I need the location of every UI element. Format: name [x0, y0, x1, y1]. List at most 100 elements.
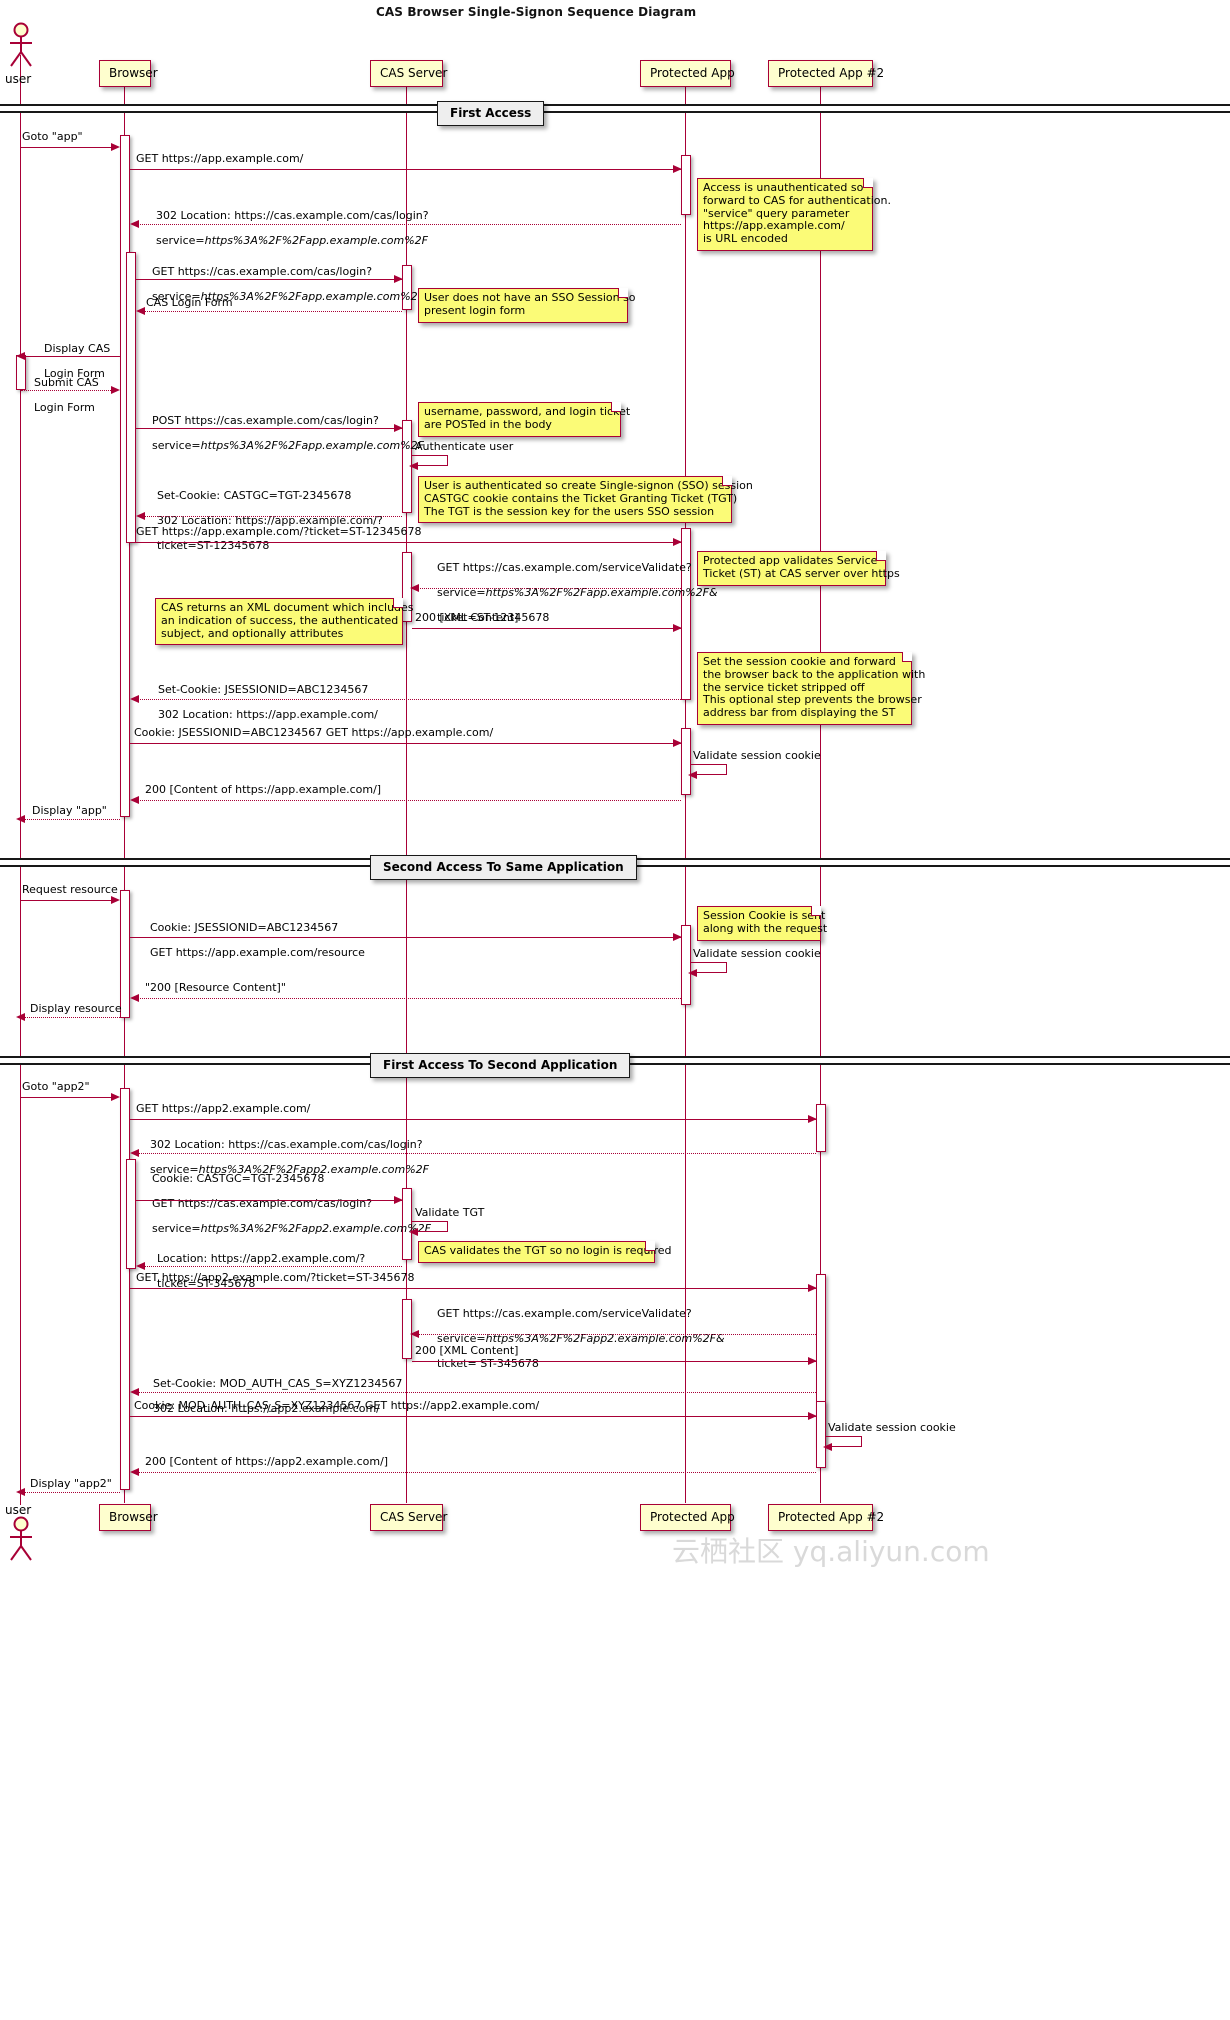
msg-line1: 302 Location: https://cas.example.com/ca… [156, 208, 429, 222]
msg-arrow-display-app2 [16, 1488, 25, 1496]
msg-arrow-cas-login-form [136, 307, 145, 315]
msg-label-set-cookie-mod-auth-cas: Set-Cookie: MOD_AUTH_CAS_S=XYZ1234567 30… [139, 1365, 402, 1428]
note-credentials-posted: username, password, and login ticket are… [418, 402, 630, 437]
actor-user-top [4, 22, 38, 68]
msg-line-display-app [22, 819, 120, 820]
msg-arrow-get-app-ticket [673, 538, 682, 546]
msg-line-get-resource [130, 937, 681, 938]
msg-line-cas-login-form [138, 311, 402, 312]
msg-line1: 302 Location: https://cas.example.com/ca… [150, 1137, 423, 1151]
divider-line-first-access [0, 104, 1230, 113]
msg-line-cookie-mod-auth-cas-get [130, 1416, 816, 1417]
participant-browser-bottom[interactable]: Browser [99, 1504, 158, 1531]
participant-protected-app-2-top[interactable]: Protected App #2 [768, 60, 884, 87]
msg-arrow-goto-app [111, 143, 120, 151]
activation-protected-app-3 [681, 728, 691, 795]
msg-line-get-cas-login [136, 279, 402, 280]
msg-line-get-app2-ticket [130, 1288, 816, 1289]
msg-arrow-cookie-mod-auth-cas-get [808, 1412, 817, 1420]
msg-line-cookie-jsessionid-get [130, 743, 681, 744]
msg-line-200-content-app2 [132, 1472, 816, 1473]
msg-line2: 302 Location: https://app.example.com/ [158, 707, 378, 721]
msg-line-service-validate-app2 [414, 1334, 816, 1335]
msg-label-authenticate-user: Authenticate user [415, 440, 514, 453]
divider-second-access: Second Access To Same Application [370, 855, 637, 880]
msg-arrow-200-resource-content [130, 994, 139, 1002]
msg-line-set-cookie-castgc [138, 516, 402, 517]
note-sso-session-created: User is authenticated so create Single-s… [418, 476, 753, 524]
divider-first-access-second-app: First Access To Second Application [370, 1053, 631, 1078]
msg-arrow-200-content-app [130, 796, 139, 804]
lifeline-user [20, 55, 21, 1505]
msg-line2: GET https://app.example.com/resource [150, 945, 365, 959]
msg-label-cookie-castgc-cas-login: Cookie: CASTGC=TGT-2345678 GET https://c… [138, 1160, 431, 1248]
msg-line1: POST https://cas.example.com/cas/login? [152, 413, 379, 427]
msg-line3-em: https%3A%2F%2Fapp2.example.com%2F [200, 1221, 431, 1235]
msg-arrow-200-xml-1 [673, 624, 682, 632]
msg-line1: Set-Cookie: JSESSIONID=ABC1234567 [158, 682, 369, 696]
msg-line2: service= [156, 233, 205, 247]
msg-arrow-display-app [16, 815, 25, 823]
msg-label-get-app-ticket: GET https://app.example.com/?ticket=ST-1… [136, 525, 422, 538]
msg-label-200-content-app2: 200 [Content of https://app2.example.com… [145, 1455, 389, 1468]
msg-arrow-get-app [673, 165, 682, 173]
msg-line-display-resource [22, 1017, 120, 1018]
msg-line1: Submit CAS [34, 375, 99, 389]
participant-browser-top[interactable]: Browser [99, 60, 158, 87]
actor-user-top-label: user [5, 72, 32, 86]
msg-arrow-display-cas-login-form [16, 352, 25, 360]
participant-cas-server-bottom[interactable]: CAS Server [370, 1504, 447, 1531]
msg-line-request-resource [20, 900, 117, 901]
msg-line-200-xml-2 [412, 1361, 816, 1362]
msg-line-goto-app2 [20, 1097, 117, 1098]
msg-label-request-resource: Request resource [22, 883, 118, 896]
activation-cas-server-5 [402, 1299, 412, 1359]
msg-label-goto-app2: Goto "app2" [22, 1080, 90, 1093]
self-msg-arrow-validate-session-cookie-3 [823, 1443, 832, 1451]
msg-line-302-cas-login-app2 [132, 1153, 816, 1154]
msg-label-validate-session-cookie-3: Validate session cookie [828, 1421, 956, 1434]
msg-arrow-service-validate-app2 [410, 1330, 419, 1338]
msg-line1: Cookie: CASTGC=TGT-2345678 [152, 1171, 325, 1185]
self-msg-arrow-validate-session-cookie-2 [688, 969, 697, 977]
actor-user-bottom [4, 1516, 38, 1562]
msg-line-location-app2-ticket [138, 1266, 402, 1267]
note-access-unauthenticated: Access is unauthenticated so forward to … [697, 178, 891, 251]
msg-line-get-app-ticket [130, 542, 681, 543]
note-set-session-cookie-forward: Set the session cookie and forward the b… [697, 652, 925, 725]
msg-line-cookie-castgc-cas-login [136, 1200, 402, 1201]
msg-arrow-service-validate [410, 584, 419, 592]
activation-browser-1b [126, 252, 136, 543]
msg-line2: Login Form [34, 400, 95, 414]
msg-line1: Cookie: JSESSIONID=ABC1234567 [150, 920, 339, 934]
msg-line-goto-app [20, 147, 117, 148]
msg-label-display-app: Display "app" [32, 804, 107, 817]
msg-label-cas-login-form: CAS Login Form [146, 296, 233, 309]
msg-arrow-cookie-castgc-cas-login [394, 1196, 403, 1204]
msg-line-200-xml-1 [412, 628, 681, 629]
msg-arrow-set-cookie-mod-auth-cas [130, 1388, 139, 1396]
msg-line-get-app [130, 169, 681, 170]
participant-cas-server-top[interactable]: CAS Server [370, 60, 447, 87]
msg-line-display-app2 [22, 1492, 120, 1493]
participant-protected-app-top[interactable]: Protected App [640, 60, 735, 87]
msg-line3: service= [152, 1221, 201, 1235]
note-session-cookie-sent: Session Cookie is sent along with the re… [697, 906, 827, 941]
participant-protected-app-2-bottom[interactable]: Protected App #2 [768, 1504, 884, 1531]
msg-line-post-cas-login [136, 428, 402, 429]
activation-protected-app-1 [681, 155, 691, 215]
participant-protected-app-bottom[interactable]: Protected App [640, 1504, 735, 1531]
msg-label-set-cookie-jsessionid: Set-Cookie: JSESSIONID=ABC1234567 302 Lo… [144, 671, 378, 734]
msg-label-get-app2-ticket: GET https://app2.example.com/?ticket=ST-… [136, 1271, 415, 1284]
msg-line1: GET https://cas.example.com/serviceValid… [437, 560, 692, 574]
msg-label-302-cas-login: 302 Location: https://cas.example.com/ca… [142, 197, 429, 260]
msg-line-service-validate [414, 588, 681, 589]
msg-line1: Set-Cookie: MOD_AUTH_CAS_S=XYZ1234567 [153, 1376, 403, 1390]
msg-label-200-xml-2: 200 [XML Content] [415, 1344, 519, 1357]
msg-line3: ticket=ST-12345678 [157, 538, 270, 552]
msg-label-validate-tgt: Validate TGT [415, 1206, 485, 1219]
note-cas-validates-tgt: CAS validates the TGT so no login is req… [418, 1241, 672, 1263]
note-no-sso-session: User does not have an SSO Session so pre… [418, 288, 636, 323]
msg-line-get-app2 [130, 1119, 816, 1120]
msg-arrow-cookie-jsessionid-get [673, 739, 682, 747]
